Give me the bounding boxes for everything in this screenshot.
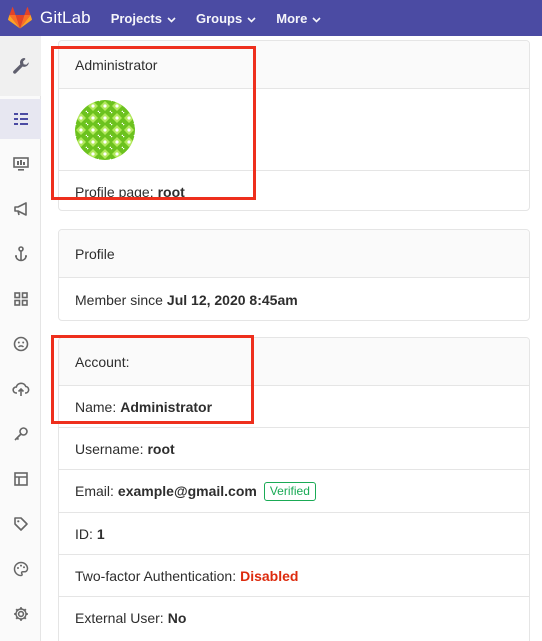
user-card: Administrator Profile page: root xyxy=(58,40,530,211)
gitlab-tanuki-icon xyxy=(8,7,32,29)
nav-groups[interactable]: Groups xyxy=(196,11,256,26)
apps-icon xyxy=(13,292,28,306)
sidebar-item-applications[interactable] xyxy=(0,279,41,319)
chevron-down-icon xyxy=(167,11,176,26)
id-value: 1 xyxy=(96,525,105,542)
verified-badge: Verified xyxy=(263,481,316,501)
sidebar-item-monitoring[interactable] xyxy=(0,144,41,184)
wrench-icon xyxy=(11,56,31,76)
email-label: Email: xyxy=(75,483,114,499)
account-card-header: Account: xyxy=(59,338,529,386)
member-since-value: Jul 12, 2020 8:45am xyxy=(166,291,298,308)
sidebar-item-overview[interactable] xyxy=(0,99,41,139)
monitor-icon xyxy=(12,157,29,171)
abuse-face-icon xyxy=(13,336,29,352)
sidebar-item-appearance[interactable] xyxy=(0,549,41,589)
sidebar-item-kubernetes[interactable] xyxy=(0,369,41,409)
cloud-icon xyxy=(11,381,30,397)
sidebar-item-messages[interactable] xyxy=(0,189,41,229)
palette-icon xyxy=(13,561,29,577)
nav-more[interactable]: More xyxy=(276,11,321,26)
id-label: ID: xyxy=(75,525,93,542)
member-since-label: Member since xyxy=(75,291,163,308)
two-factor-row: Two-factor Authentication: Disabled xyxy=(59,555,529,597)
sidebar-item-labels[interactable] xyxy=(0,504,41,544)
sidebar-item-hooks[interactable] xyxy=(0,234,41,274)
nav-more-label: More xyxy=(276,10,308,26)
email-value: example@gmail.com xyxy=(117,483,257,499)
email-row: Email: example@gmail.com Verified xyxy=(59,470,529,513)
profile-page-value[interactable]: root xyxy=(158,184,185,200)
username-row: Username: root xyxy=(59,428,529,470)
name-row: Name: Administrator xyxy=(59,386,529,428)
profile-page-label: Profile page: xyxy=(75,183,154,200)
chevron-down-icon xyxy=(247,11,256,26)
admin-sidebar xyxy=(0,36,41,641)
label-icon xyxy=(13,516,29,532)
sidebar-item-settings[interactable] xyxy=(0,594,41,634)
external-user-row: External User: No xyxy=(59,597,529,639)
hook-icon xyxy=(13,246,29,262)
name-label: Name: xyxy=(75,398,117,415)
username-label: Username: xyxy=(75,440,144,457)
two-factor-status: Disabled xyxy=(240,567,299,584)
overview-icon xyxy=(13,112,28,126)
profile-card-title: Profile xyxy=(75,245,115,262)
gitlab-logo[interactable]: GitLab xyxy=(8,7,91,29)
sidebar-item-abuse-reports[interactable] xyxy=(0,324,41,364)
avatar xyxy=(75,99,135,160)
app-name: GitLab xyxy=(40,8,91,27)
user-card-title: Administrator xyxy=(75,56,158,73)
user-card-header: Administrator xyxy=(59,41,529,89)
profile-page-row: Profile page: root xyxy=(59,171,529,210)
profile-card-header: Profile xyxy=(59,230,529,278)
key-icon xyxy=(13,426,29,442)
member-since-row: Member since Jul 12, 2020 8:45am xyxy=(59,278,529,320)
name-value: Administrator xyxy=(120,398,213,415)
megaphone-icon xyxy=(13,202,29,216)
sidebar-item-deploy-keys[interactable] xyxy=(0,414,41,454)
external-user-label: External User: xyxy=(75,610,164,626)
layout-icon xyxy=(13,472,28,486)
username-value: root xyxy=(147,440,175,457)
nav-projects-label: Projects xyxy=(110,10,162,26)
settings-gear-icon xyxy=(13,606,29,622)
id-row: ID: 1 xyxy=(59,513,529,555)
account-card: Account: Name: Administrator Username: r… xyxy=(58,337,530,641)
external-user-value: No xyxy=(167,610,187,626)
profile-card: Profile Member since Jul 12, 2020 8:45am xyxy=(58,229,530,321)
two-factor-label: Two-factor Authentication: xyxy=(75,567,237,584)
nav-groups-label: Groups xyxy=(196,10,243,26)
account-card-title: Account: xyxy=(75,353,130,370)
sidebar-item-service-templates[interactable] xyxy=(0,459,41,499)
sidebar-admin-area[interactable] xyxy=(0,36,41,96)
nav-projects[interactable]: Projects xyxy=(111,11,176,26)
chevron-down-icon xyxy=(312,11,321,26)
top-navbar: GitLab Projects Groups More xyxy=(0,0,542,36)
avatar-row xyxy=(59,89,529,171)
